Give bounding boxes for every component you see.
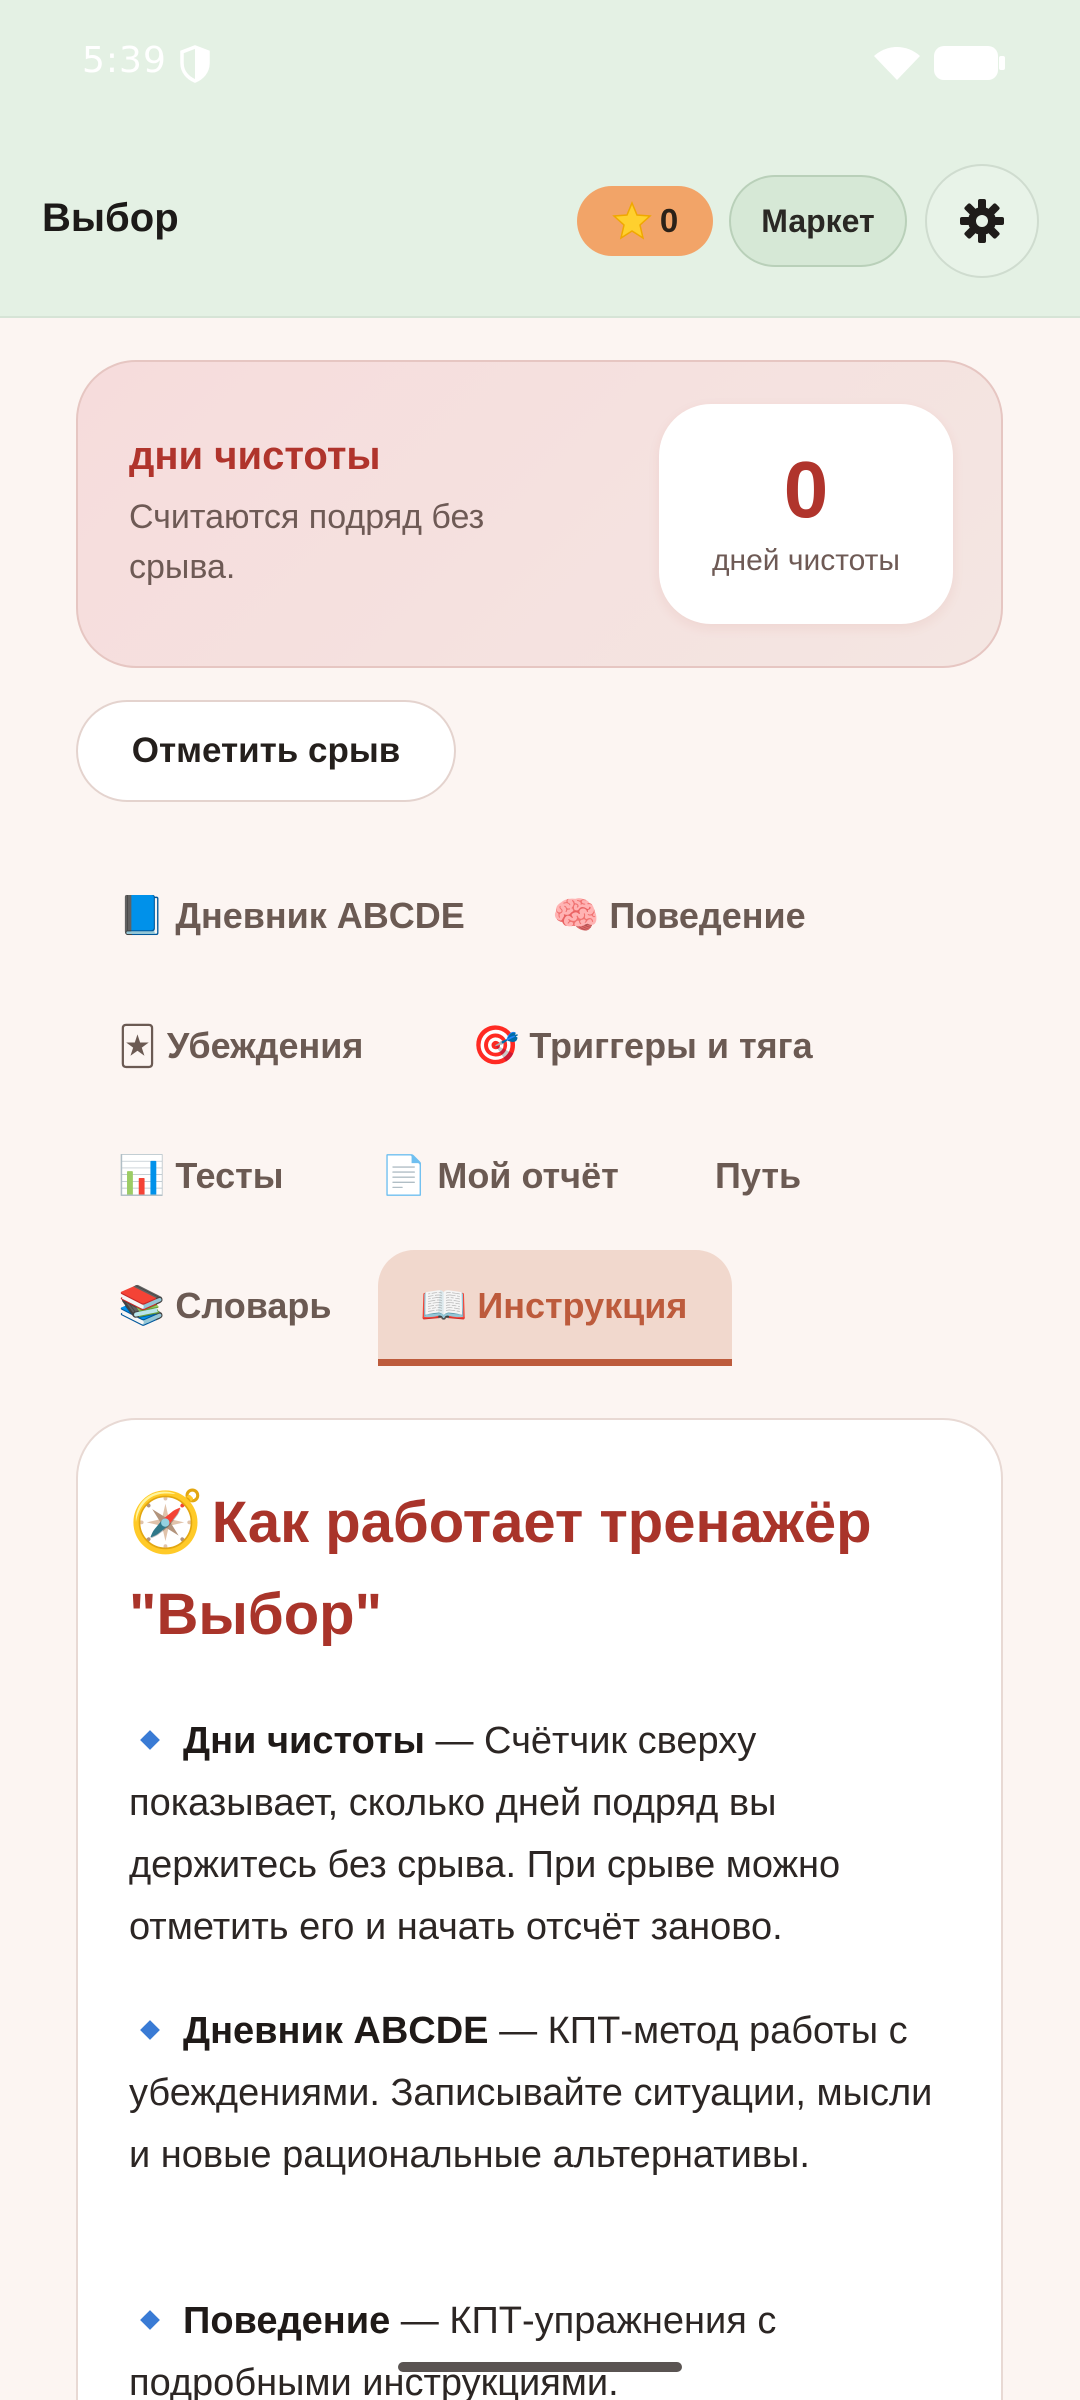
app-header: 5:39 Выбор 0 Маркет bbox=[0, 0, 1080, 318]
star-icon bbox=[612, 201, 652, 240]
tab-label: Тесты bbox=[175, 1155, 284, 1196]
home-indicator[interactable] bbox=[398, 2362, 682, 2372]
app-title: Выбор bbox=[42, 196, 179, 240]
instruction-title-text: Как работает тренажёр "Выбор" bbox=[129, 1490, 872, 1647]
joker-card-icon: 🃏 bbox=[118, 1025, 157, 1068]
tab-label: Путь bbox=[715, 1155, 802, 1196]
tab-instruction[interactable]: 📖 Инструкция bbox=[420, 1270, 687, 1342]
tab-path[interactable]: Путь bbox=[715, 1140, 801, 1212]
instruction-term: Дневник ABCDE bbox=[183, 2010, 489, 2052]
battery-icon bbox=[934, 46, 1005, 80]
instruction-term: Дни чистоты bbox=[183, 1720, 425, 1762]
instruction-item: Поведение — КПТ-упражнения с подробными … bbox=[129, 2290, 959, 2400]
gear-icon bbox=[960, 199, 1004, 243]
tab-my-report[interactable]: 📄 Мой отчёт bbox=[380, 1140, 619, 1212]
book-icon: 📘 bbox=[118, 895, 166, 937]
open-book-icon: 📖 bbox=[420, 1285, 468, 1327]
tab-abcde-diary[interactable]: 📘 Дневник ABCDE bbox=[118, 880, 465, 952]
status-bar: 5:39 bbox=[0, 0, 1080, 125]
tab-behavior[interactable]: 🧠 Поведение bbox=[552, 880, 806, 952]
wifi-icon bbox=[874, 47, 920, 80]
clean-days-count-label: дней чистоты bbox=[712, 544, 900, 577]
target-icon: 🎯 bbox=[472, 1025, 520, 1067]
tab-label: Словарь bbox=[175, 1285, 332, 1326]
stars-counter-button[interactable]: 0 bbox=[577, 186, 713, 256]
tab-label: Мой отчёт bbox=[437, 1155, 619, 1196]
blue-diamond-icon bbox=[140, 1730, 160, 1750]
clean-days-description: Считаются подряд без срыва. bbox=[129, 498, 485, 586]
settings-button[interactable] bbox=[925, 164, 1039, 278]
instruction-term: Поведение bbox=[183, 2300, 391, 2342]
tab-label: Поведение bbox=[609, 895, 806, 936]
shield-icon bbox=[180, 45, 210, 83]
clean-days-counter: 0 дней чистоты bbox=[659, 404, 953, 624]
books-icon: 📚 bbox=[118, 1285, 166, 1327]
tab-dictionary[interactable]: 📚 Словарь bbox=[118, 1270, 332, 1342]
blue-diamond-icon bbox=[140, 2020, 160, 2040]
instruction-item: Дни чистоты — Счётчик сверху показывает,… bbox=[129, 1710, 959, 1958]
stars-count: 0 bbox=[659, 202, 679, 239]
clean-days-title: дни чистоты bbox=[129, 434, 381, 478]
clean-days-card: дни чистоты Считаются подряд без срыва. … bbox=[76, 360, 1003, 668]
document-icon: 📄 bbox=[380, 1155, 428, 1197]
compass-icon: 🧭 bbox=[129, 1488, 204, 1555]
tab-label: Триггеры и тяга bbox=[529, 1025, 813, 1066]
tab-tests[interactable]: 📊 Тесты bbox=[118, 1140, 283, 1212]
instruction-item: Дневник ABCDE — КПТ-метод работы с убежд… bbox=[129, 2000, 959, 2186]
bar-chart-icon: 📊 bbox=[118, 1155, 166, 1197]
tab-label: Убеждения bbox=[166, 1025, 364, 1066]
instruction-title: 🧭 Как работает тренажёр "Выбор" bbox=[129, 1476, 969, 1661]
clean-days-count: 0 bbox=[783, 445, 829, 534]
tab-label: Инструкция bbox=[477, 1285, 688, 1326]
tab-label: Дневник ABCDE bbox=[175, 895, 465, 936]
blue-diamond-icon bbox=[140, 2310, 160, 2330]
tab-beliefs[interactable]: 🃏 Убеждения bbox=[118, 1010, 363, 1082]
tab-triggers[interactable]: 🎯 Триггеры и тяга bbox=[472, 1010, 813, 1082]
brain-icon: 🧠 bbox=[552, 895, 600, 937]
mark-relapse-button[interactable]: Отметить срыв bbox=[76, 700, 456, 802]
status-time: 5:39 bbox=[82, 40, 167, 81]
instruction-card: 🧭 Как работает тренажёр "Выбор" Дни чисто… bbox=[76, 1418, 1003, 2400]
market-button[interactable]: Маркет bbox=[729, 175, 907, 267]
